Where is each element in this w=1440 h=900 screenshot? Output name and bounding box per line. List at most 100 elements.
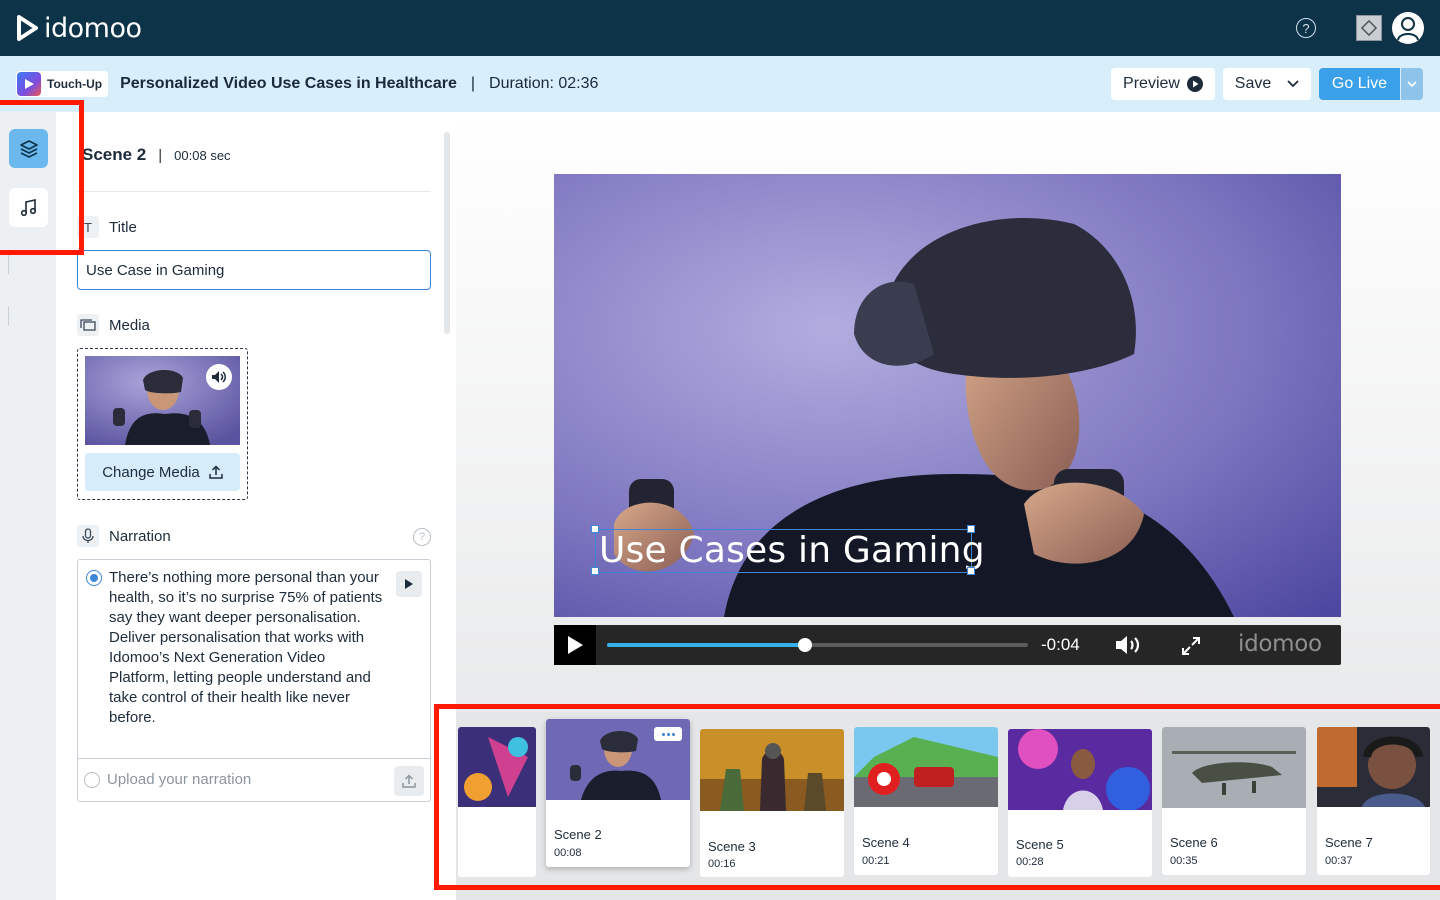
project-duration: Duration: 02:36 (489, 75, 599, 92)
save-button[interactable]: Save (1223, 68, 1311, 100)
chevron-down-icon (1407, 80, 1417, 87)
upload-icon (209, 465, 223, 479)
left-tool-rail (0, 112, 56, 900)
question-circle-icon[interactable]: ? (1296, 18, 1316, 38)
rail-divider (8, 306, 9, 326)
tts-radio[interactable] (86, 570, 102, 586)
scene-card[interactable]: Scene 4 00:21 (854, 727, 998, 875)
scene-header: Scene 2 | 00:08 sec (82, 145, 231, 165)
progress-slider[interactable] (607, 638, 1028, 652)
volume-icon[interactable] (1114, 633, 1144, 662)
resize-handle[interactable] (591, 567, 599, 575)
narration-help-icon[interactable]: ? (413, 528, 431, 546)
touch-up-badge: Touch-Up (16, 71, 109, 97)
scene-time: 00:28 (1016, 856, 1044, 868)
text-icon: T (77, 216, 99, 238)
volume-icon[interactable] (206, 364, 232, 390)
scene-thumbnail (546, 719, 690, 800)
fullscreen-icon[interactable] (1180, 635, 1202, 662)
scene-time: 00:08 (554, 847, 582, 859)
save-label: Save (1234, 75, 1272, 92)
scene-name: Scene 3 (708, 839, 756, 854)
scene-name: Scene 4 (862, 835, 910, 850)
upload-narration-radio[interactable] (84, 772, 100, 788)
narration-text[interactable]: There’s nothing more personal than your … (109, 568, 389, 728)
panel-divider (77, 191, 431, 192)
narration-options: There’s nothing more personal than your … (77, 559, 431, 802)
scene-thumbnail (854, 727, 998, 807)
play-button[interactable] (554, 625, 596, 665)
title-input[interactable]: Use Case in Gaming (77, 250, 431, 290)
idomoo-logo-icon (17, 15, 38, 41)
touch-up-label: Touch-Up (47, 77, 103, 91)
media-dropzone[interactable]: Change Media (77, 348, 248, 500)
narration-label: Narration (109, 527, 171, 545)
title-label: Title (109, 218, 137, 236)
scene-card[interactable]: Scene 6 00:35 (1162, 727, 1306, 875)
video-controls: -0:04 idomoo (554, 625, 1341, 665)
scene-card[interactable]: Scene 7 00:37 (1317, 727, 1430, 875)
panel-scrollbar[interactable] (444, 132, 450, 334)
scene-card[interactable]: Scene 3 00:16 (700, 729, 844, 877)
media-label: Media (109, 316, 150, 334)
change-media-label: Change Media (102, 463, 200, 481)
idomoo-logo[interactable]: idomoo (16, 13, 142, 44)
media-section-label: Media (77, 314, 150, 336)
scene-name: Scene 6 (1170, 835, 1218, 850)
scene-name: Scene 2 (82, 145, 147, 164)
scene-thumbnail (700, 729, 844, 811)
preview-button[interactable]: Preview (1111, 68, 1215, 100)
upload-narration-label[interactable]: Upload your narration (107, 771, 251, 788)
scene-thumbnail (458, 727, 536, 807)
user-avatar-icon[interactable] (1392, 12, 1424, 44)
change-media-button[interactable]: Change Media (85, 453, 240, 491)
scene-time: 00:21 (862, 855, 890, 867)
play-narration-button[interactable] (396, 571, 422, 597)
scene-thumbnail (1008, 729, 1152, 810)
media-icon (77, 314, 99, 336)
narration-divider (78, 758, 430, 759)
resize-handle[interactable] (591, 525, 599, 533)
app-switcher-icon[interactable] (1356, 15, 1382, 41)
scene-time: 00:16 (708, 858, 736, 870)
scene-card[interactable]: Scene 5 00:28 (1008, 729, 1152, 877)
chevron-down-icon (1287, 80, 1299, 88)
scene-name: Scene 5 (1016, 837, 1064, 852)
scene-time: 00:35 (1170, 855, 1198, 867)
play-circle-icon (1186, 76, 1203, 92)
project-title: Personalized Video Use Cases in Healthca… (120, 75, 457, 92)
video-title-overlay[interactable]: Use Cases in Gaming (595, 529, 985, 573)
layers-tab[interactable] (9, 129, 48, 168)
go-live-label: Go Live (1331, 75, 1388, 92)
resize-handle[interactable] (967, 525, 975, 533)
scene-separator: | (158, 147, 163, 164)
scene-name: Scene 2 (554, 827, 602, 842)
music-note-icon (20, 198, 36, 216)
narration-section-label: Narration (77, 525, 171, 547)
go-live-button[interactable]: Go Live (1319, 68, 1400, 100)
progress-knob[interactable] (797, 638, 812, 652)
scene-name: Scene 7 (1325, 835, 1373, 850)
play-icon (405, 579, 413, 589)
project-header: Touch-Up Personalized Video Use Cases in… (0, 56, 1440, 112)
rail-divider (8, 254, 9, 274)
media-thumbnail[interactable] (85, 356, 240, 445)
scene-thumbnail (1317, 727, 1430, 807)
go-live-dropdown-button[interactable] (1401, 68, 1423, 100)
scene-card[interactable] (458, 727, 536, 877)
resize-handle[interactable] (967, 567, 975, 575)
scene-thumbnail (1162, 727, 1306, 808)
scene-time: 00:37 (1325, 855, 1353, 867)
scene-more-button[interactable] (654, 727, 682, 741)
scene-card[interactable]: Scene 2 00:08 (546, 719, 690, 867)
touch-up-icon (17, 72, 41, 96)
top-nav-bar: idomoo ? (0, 0, 1440, 56)
upload-icon (402, 774, 416, 788)
music-tab[interactable] (9, 188, 48, 227)
scene-duration: 00:08 sec (174, 148, 231, 163)
upload-narration-button[interactable] (394, 766, 424, 796)
progress-fill (607, 643, 805, 647)
microphone-icon (77, 525, 99, 547)
logo-text: idomoo (44, 12, 142, 44)
time-remaining: -0:04 (1041, 635, 1080, 654)
